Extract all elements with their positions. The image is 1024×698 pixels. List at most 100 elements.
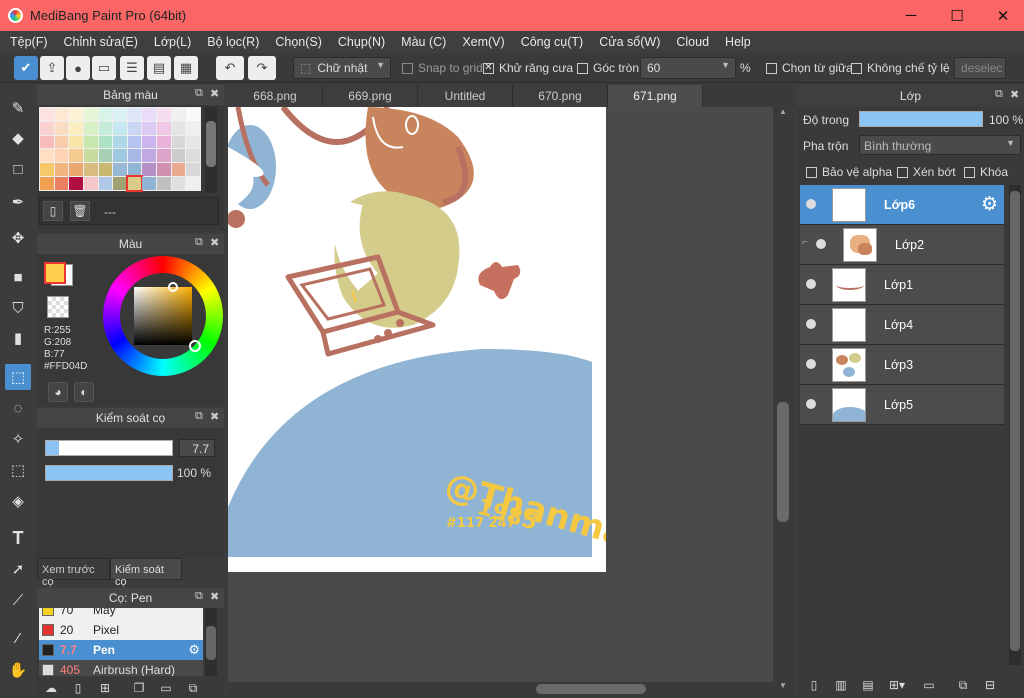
close-button[interactable]: ✕ — [980, 0, 1024, 31]
new-color-layer-icon[interactable]: ▥ — [831, 675, 851, 695]
gear-icon[interactable]: ⚙ — [188, 642, 200, 658]
deselect-button[interactable]: deselec — [954, 57, 1006, 79]
menu-window[interactable]: Cửa sổ(W) — [591, 31, 668, 53]
palette-swatch[interactable] — [127, 121, 142, 135]
palette-swatch[interactable] — [127, 108, 142, 121]
palette-swatch[interactable] — [142, 163, 157, 177]
palette-swatch[interactable] — [113, 177, 127, 190]
layer-item-1[interactable]: Lớp1 — [800, 265, 1004, 305]
palette-swatch[interactable] — [113, 163, 127, 177]
palette-swatch[interactable] — [113, 121, 127, 135]
close-icon[interactable]: ✖ — [210, 87, 219, 100]
menu-snap[interactable]: Chụp(N) — [330, 31, 393, 53]
new-layer-icon[interactable]: ▯ — [804, 675, 824, 695]
palette-swatch[interactable] — [113, 135, 127, 149]
selection-shape-select[interactable]: ⬚ Chữ nhật ▼ — [293, 57, 391, 79]
palette-swatch[interactable] — [157, 149, 171, 163]
tab-untitled[interactable]: Untitled — [418, 85, 513, 107]
corner-value-select[interactable]: 60 ▼ — [640, 57, 736, 79]
palette-swatch[interactable] — [171, 163, 186, 177]
antialias-checkbox[interactable]: ✕ Khử răng cưa — [483, 61, 573, 75]
palette-swatch[interactable] — [54, 177, 69, 190]
palette-swatch[interactable] — [83, 149, 98, 163]
share-icon[interactable]: ⇪ — [40, 56, 64, 80]
palette-swatch[interactable] — [40, 108, 54, 121]
palette-swatch[interactable] — [98, 177, 113, 190]
brush-opacity-slider[interactable] — [45, 465, 173, 481]
saturation-value-square[interactable] — [134, 287, 192, 345]
palette-swatch[interactable] — [127, 163, 142, 177]
palette-swatch[interactable] — [98, 163, 113, 177]
hand-tool-icon[interactable]: ✋ — [5, 657, 31, 683]
menu-cloud[interactable]: Cloud — [668, 31, 717, 53]
color-palette-icon[interactable]: ◕ — [48, 382, 68, 402]
palette-swatch[interactable] — [127, 149, 142, 163]
new-palette-icon[interactable]: ▯ — [43, 201, 63, 221]
eraser-tool-icon[interactable]: ◆ — [5, 125, 31, 151]
swatch-grid[interactable] — [39, 107, 201, 192]
magic-wand-tool-icon[interactable]: ✧ — [5, 426, 31, 452]
palette-swatch[interactable] — [98, 108, 113, 121]
close-icon[interactable]: ✖ — [210, 590, 219, 603]
move-tool-icon[interactable]: ✥ — [5, 225, 31, 251]
palette-scrollbar[interactable] — [205, 107, 217, 193]
palette-swatch[interactable] — [40, 149, 54, 163]
palette-swatch[interactable] — [54, 135, 69, 149]
primary-color-swatch[interactable] — [44, 262, 66, 284]
add-brush-icon[interactable]: ⊞ — [95, 678, 115, 698]
brush-tool-icon[interactable]: ✎ — [5, 95, 31, 121]
palette-swatch[interactable] — [171, 121, 186, 135]
layer-opacity-slider[interactable] — [859, 111, 983, 127]
rectangle-tool-icon[interactable]: □ — [5, 156, 31, 182]
hue-wheel[interactable] — [103, 256, 223, 376]
gear-icon[interactable]: ⚙ — [981, 193, 998, 216]
layer-item-5[interactable]: Lớp5 — [800, 385, 1004, 425]
constrain-ratio-checkbox[interactable]: Không chế tỷ lệ — [851, 61, 950, 75]
palette-swatch[interactable] — [157, 108, 171, 121]
transparent-color-swatch[interactable] — [47, 296, 69, 318]
new-halftone-layer-icon[interactable]: ▤ — [858, 675, 878, 695]
rect-select-tool-icon[interactable]: ⬚ — [5, 364, 31, 390]
palette-swatch[interactable] — [54, 108, 69, 121]
folder-icon[interactable]: ▭ — [919, 675, 939, 695]
palette-swatch[interactable] — [142, 121, 157, 135]
comment-icon[interactable]: ▭ — [92, 56, 116, 80]
maximize-button[interactable]: ☐ — [934, 0, 980, 31]
lock-checkbox[interactable]: Khóa — [964, 165, 1008, 179]
select-from-center-checkbox[interactable]: Chọn từ giữa — [766, 61, 853, 75]
menu-file[interactable]: Tệp(F) — [2, 31, 56, 53]
palette-swatch[interactable] — [83, 163, 98, 177]
eye-icon[interactable] — [806, 319, 816, 329]
layer-item-6[interactable]: Lớp6 ⚙ — [800, 185, 1004, 225]
menu-help[interactable]: Help — [717, 31, 759, 53]
palette-swatch[interactable] — [98, 149, 113, 163]
popout-icon[interactable]: ⧉ — [995, 88, 1003, 101]
layer-item-2[interactable]: ⌐ Lớp2 — [800, 225, 1004, 265]
palette-swatch[interactable] — [142, 177, 157, 190]
document-icon[interactable]: ☰ — [120, 56, 144, 80]
gradient-tool-icon[interactable]: ▮ — [5, 325, 31, 351]
menu-color[interactable]: Màu (C) — [393, 31, 454, 53]
blend-mode-select[interactable]: Bình thường ▼ — [859, 135, 1021, 155]
divide-tool-icon[interactable]: ⟋ — [5, 587, 31, 613]
palette-swatch[interactable] — [186, 108, 200, 121]
operation-tool-icon[interactable]: ➚ — [5, 556, 31, 582]
palette-swatch[interactable] — [157, 135, 171, 149]
brush-item[interactable]: 20 Pixel — [39, 620, 203, 640]
palette-swatch[interactable] — [69, 177, 83, 190]
brush-item-selected[interactable]: 7.7 Pen ⚙ — [39, 640, 203, 660]
sv-cursor[interactable] — [168, 282, 178, 292]
tab-668[interactable]: 668.png — [228, 85, 323, 107]
check-icon[interactable]: ✔ — [14, 56, 38, 80]
palette-swatch[interactable] — [157, 121, 171, 135]
palette-swatch[interactable] — [171, 177, 186, 190]
menu-layer[interactable]: Lớp(L) — [146, 31, 199, 53]
canvas-vertical-scrollbar[interactable]: ▲ ▼ — [773, 107, 794, 696]
palette-swatch[interactable] — [40, 177, 54, 190]
layer-item-3[interactable]: Lớp3 — [800, 345, 1004, 385]
palette-swatch[interactable] — [142, 149, 157, 163]
text-tool-icon[interactable]: T — [5, 525, 31, 551]
duplicate-icon[interactable]: ⧉ — [183, 678, 203, 698]
popout-icon[interactable]: ⧉ — [195, 590, 203, 603]
palette-swatch[interactable] — [83, 135, 98, 149]
